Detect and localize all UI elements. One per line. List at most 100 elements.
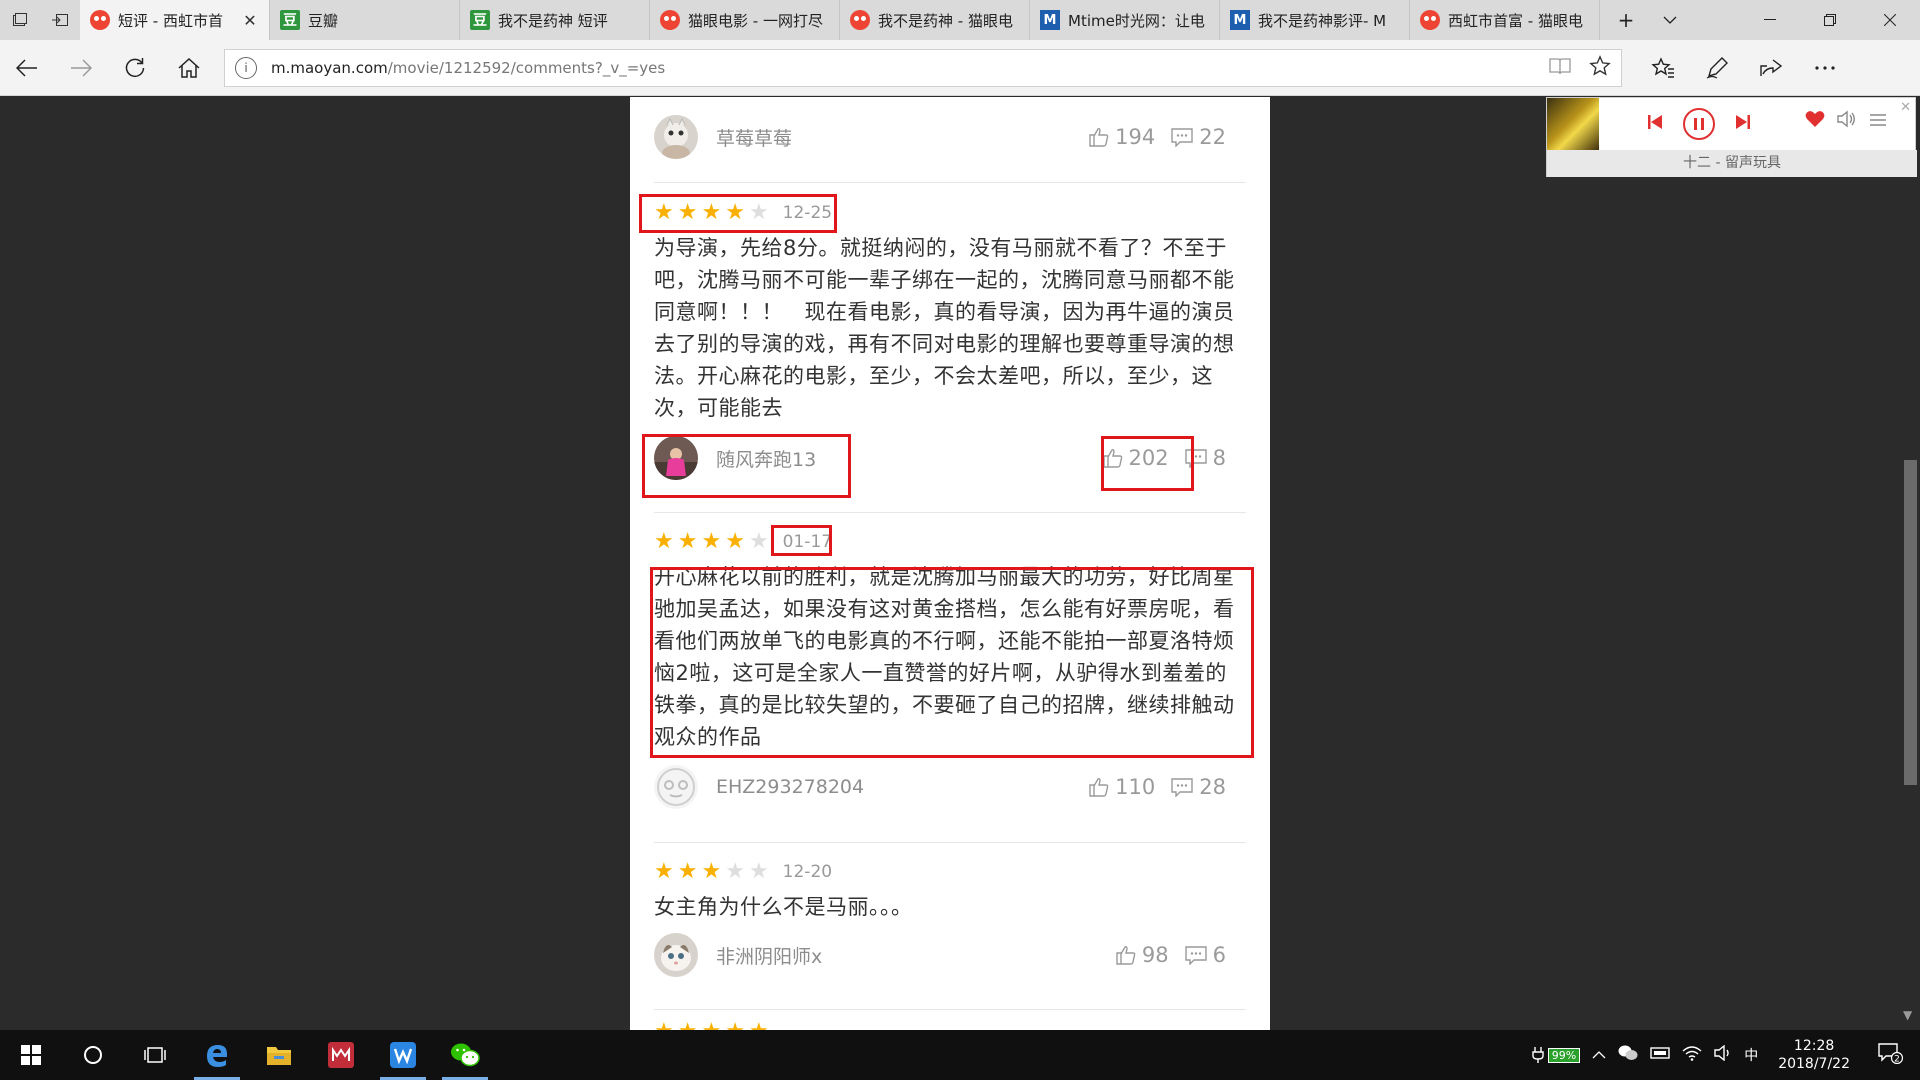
pause-icon[interactable] [1683, 108, 1715, 140]
tab-4[interactable]: 我不是药神 - 猫眼电 [840, 0, 1030, 40]
battery-indicator[interactable]: 99% [1532, 1047, 1581, 1063]
thumbs-up-icon [1116, 946, 1136, 965]
back-icon[interactable] [0, 40, 54, 96]
input-method-indicator[interactable]: 中 [1744, 1045, 1758, 1065]
comment-username[interactable]: EHZ293278204 [716, 776, 864, 798]
tab-7[interactable]: 西虹市首富 - 猫眼电 [1410, 0, 1600, 40]
star-icon: ★ [725, 859, 745, 884]
heart-icon[interactable] [1805, 110, 1825, 133]
url-host: m.maoyan.com [271, 58, 388, 77]
task-view-icon[interactable] [124, 1030, 186, 1080]
clock-date: 2018/7/22 [1778, 1056, 1850, 1072]
url-path: /movie/1212592/comments?_v_=yes [387, 58, 666, 77]
reply-button[interactable]: 6 [1184, 943, 1226, 967]
volume-icon[interactable] [1837, 110, 1857, 133]
tab-1[interactable]: 豆 豆瓣 [270, 0, 460, 40]
highlight-box [642, 434, 851, 498]
comment-bubble-icon [1184, 946, 1207, 965]
star-icon: ★ [701, 1021, 721, 1031]
file-explorer-icon[interactable] [248, 1030, 310, 1080]
star-icon: ★ [654, 859, 674, 884]
tab-5[interactable]: M Mtime时光网：让电 [1030, 0, 1220, 40]
highlight-box [771, 525, 832, 556]
close-icon[interactable]: ✕ [1900, 100, 1911, 115]
usb-device-icon[interactable] [1650, 1046, 1670, 1064]
scroll-down-icon[interactable]: ▼ [1903, 1008, 1912, 1022]
previous-track-icon[interactable] [1647, 114, 1663, 135]
new-tab-icon[interactable]: + [1604, 0, 1648, 40]
restore-icon[interactable] [1800, 0, 1860, 40]
star-icon: ★ [654, 529, 674, 554]
avatar[interactable] [654, 115, 698, 159]
windows-start-icon[interactable] [0, 1030, 62, 1080]
maoyan-icon [90, 10, 110, 30]
close-window-icon[interactable] [1860, 0, 1920, 40]
star-icon: ★ [749, 1021, 769, 1031]
comment-text: 为导演，先给8分。就挺纳闷的，没有马丽就不看了？不至于吧，沈腾马丽不可能一辈子绑… [654, 236, 1235, 420]
tab-preview-icon[interactable] [0, 0, 40, 40]
star-rating: ★ ★ ★ ★ ★ 01-17 [654, 527, 1246, 557]
app-m-icon[interactable] [310, 1030, 372, 1080]
star-icon: ★ [677, 859, 698, 884]
minimize-icon[interactable] [1740, 0, 1800, 40]
cortana-search-icon[interactable] [62, 1030, 124, 1080]
comment-username[interactable]: 草莓草莓 [716, 124, 792, 151]
playlist-icon[interactable] [1869, 111, 1887, 132]
volume-icon[interactable] [1714, 1044, 1732, 1065]
system-tray: 99% 中 12:28 2018/7/22 2 [1532, 1037, 1920, 1073]
battery-level: 99% [1547, 1047, 1581, 1063]
thumbs-up-icon [1089, 128, 1109, 147]
star-icon: ★ [701, 859, 722, 884]
comment-username[interactable]: 非洲阴阳师x [716, 942, 822, 969]
chevron-up-icon[interactable] [1592, 1047, 1606, 1063]
thumbs-up-icon [1089, 778, 1109, 797]
set-aside-tabs-icon[interactable] [40, 0, 80, 40]
comment-item: 草莓草莓 194 22 [654, 109, 1246, 165]
wifi-icon[interactable] [1682, 1045, 1702, 1065]
comment-author-row: 草莓草莓 194 22 [654, 109, 1246, 165]
action-center-icon[interactable]: 2 [1870, 1042, 1910, 1068]
scrollbar-thumb[interactable] [1904, 460, 1917, 785]
refresh-icon[interactable] [108, 40, 162, 96]
like-button[interactable]: 110 [1089, 775, 1155, 799]
reply-button[interactable]: 28 [1171, 775, 1226, 799]
favorites-hub-icon[interactable] [1636, 40, 1690, 96]
like-button[interactable]: 98 [1116, 943, 1169, 967]
forward-icon[interactable] [54, 40, 108, 96]
album-cover[interactable] [1547, 98, 1599, 150]
web-note-icon[interactable] [1690, 40, 1744, 96]
reply-count: 6 [1212, 943, 1226, 967]
tab-label: 我不是药神 - 猫眼电 [878, 11, 1013, 30]
edge-browser-icon[interactable] [186, 1030, 248, 1080]
tab-2[interactable]: 豆 我不是药神 短评 [460, 0, 650, 40]
star-icon: ★ [725, 529, 745, 554]
favorite-star-icon[interactable] [1589, 54, 1611, 81]
wechat-icon[interactable] [434, 1030, 496, 1080]
clock[interactable]: 12:28 2018/7/22 [1778, 1037, 1850, 1073]
tab-0[interactable]: 短评 - 西虹市首 ✕ [80, 0, 270, 40]
share-icon[interactable] [1744, 40, 1798, 96]
wps-writer-icon[interactable] [372, 1030, 434, 1080]
home-icon[interactable] [162, 40, 216, 96]
avatar[interactable] [654, 933, 698, 977]
navigation-bar: i m.maoyan.com/movie/1212592/comments?_v… [0, 40, 1920, 96]
like-count: 98 [1141, 943, 1169, 967]
reply-button[interactable]: 22 [1171, 125, 1226, 149]
tab-3[interactable]: 猫眼电影 - 一网打尽 [650, 0, 840, 40]
tab-6[interactable]: M 我不是药神影评- M [1220, 0, 1410, 40]
close-icon[interactable]: ✕ [241, 11, 259, 30]
chevron-down-icon[interactable] [1648, 0, 1692, 40]
site-info-icon[interactable]: i [235, 56, 257, 79]
divider [654, 512, 1246, 513]
avatar[interactable] [654, 765, 698, 809]
more-icon[interactable] [1798, 40, 1852, 96]
comments-page[interactable]: 草莓草莓 194 22 ★ ★ ★ ★ ★ 12-25 为导演，先给8分。就挺纳 [630, 97, 1270, 1030]
like-button[interactable]: 194 [1089, 125, 1155, 149]
address-bar[interactable]: i m.maoyan.com/movie/1212592/comments?_v… [224, 48, 1622, 87]
reading-view-icon[interactable] [1549, 57, 1571, 79]
wechat-tray-icon[interactable] [1618, 1045, 1638, 1065]
tab-label: 我不是药神 短评 [498, 11, 608, 30]
like-count: 110 [1115, 775, 1156, 799]
reply-count: 28 [1199, 775, 1226, 799]
next-track-icon[interactable] [1735, 114, 1751, 135]
